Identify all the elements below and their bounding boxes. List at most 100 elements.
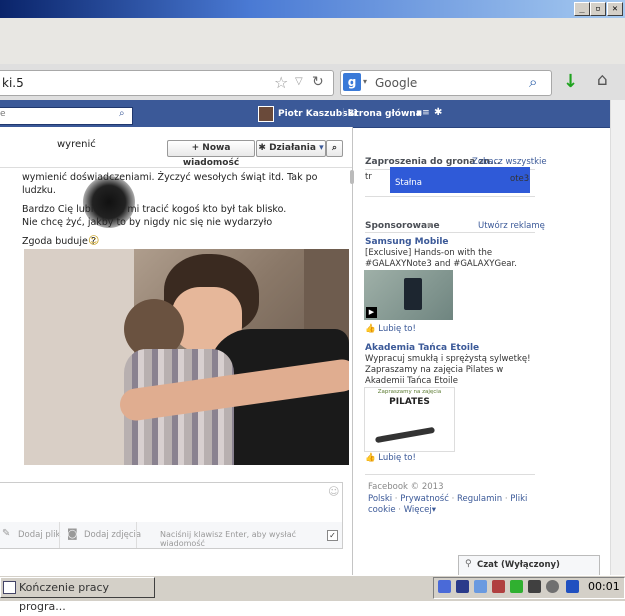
footer-link-privacy[interactable]: Prywatność (400, 494, 449, 504)
home-icon[interactable]: ⌂ (597, 70, 608, 90)
facebook-search-input[interactable]: e ⌕ (0, 107, 133, 125)
message-line: Nie chcę żyć, jakby to by nigdy nic się … (22, 217, 273, 228)
security-check-icon[interactable] (510, 580, 523, 593)
url-text: ki.5 (2, 76, 24, 90)
search-text-fragment: e (0, 109, 6, 119)
message-line: Zgoda buduje ? (22, 236, 96, 247)
like-label: Lubię to! (378, 453, 416, 463)
bookmark-star-icon[interactable]: ☆ (274, 73, 288, 92)
actions-button[interactable]: ✱ Działania ▾ (256, 140, 326, 157)
photo-background-left (24, 249, 134, 465)
window-titlebar (0, 0, 625, 18)
conversation-recipient: wyrenić (57, 139, 96, 150)
friend-requests-icon[interactable]: ▪≡ (416, 108, 430, 118)
maximize-button[interactable]: ▫ (590, 2, 606, 16)
taskbar-item[interactable]: Kończenie pracy progra... (0, 577, 155, 613)
network-icon[interactable] (438, 580, 451, 593)
sponsored-info-icon: ▪ (427, 220, 433, 229)
attach-file-button[interactable]: Dodaj plik (18, 530, 60, 540)
display-icon[interactable] (528, 580, 541, 593)
search-icon[interactable]: ⌕ (529, 73, 537, 91)
divider (59, 522, 60, 548)
chat-person-icon: ⚲ (465, 559, 472, 569)
ad-image-heading: Zapraszamy na zajęcia (377, 389, 442, 395)
conversation-scrollbar-thumb[interactable] (350, 170, 354, 184)
search-bar[interactable]: g ▾ Google ⌕ (340, 70, 552, 96)
actions-label: Działania (269, 143, 316, 153)
minimize-button[interactable]: _ (574, 2, 590, 16)
avatar[interactable] (258, 106, 274, 122)
like-button[interactable]: 👍 Lubię to! (365, 324, 416, 334)
divider (365, 232, 535, 233)
divider (136, 522, 137, 548)
settings-gear-icon[interactable]: ✱ (434, 107, 442, 118)
history-dropdown-icon[interactable]: ▽ (295, 76, 303, 87)
redaction-blur (83, 176, 135, 228)
close-button[interactable]: ✕ (607, 2, 623, 16)
emoticon-picker-icon[interactable]: ☺ (328, 485, 339, 498)
enter-to-send-hint: Naciśnij klawisz Enter, aby wysłać wiado… (160, 530, 297, 548)
ad-text: Wypracuj smukłą i sprężystą sylwetkę! Za… (365, 354, 531, 386)
smiley-emoticon-icon: ☺ (88, 234, 100, 247)
ad-title[interactable]: Samsung Mobile (365, 237, 449, 247)
phone-image (404, 278, 422, 310)
composer-toolbar: ✎ Dodaj plik ◙ Dodaj zdjęcia Naciśnij kl… (0, 522, 343, 549)
footer-links: Polski · Prywatność · Regulamin · Pliki … (368, 494, 528, 515)
camera-icon[interactable]: ◙ (67, 527, 78, 540)
search-icon: ⌕ (331, 143, 338, 153)
message-line: ludzku. (22, 185, 56, 196)
search-placeholder: Google (375, 76, 418, 90)
thumbs-up-icon: 👍 (365, 324, 376, 334)
mouse-icon[interactable] (456, 580, 469, 593)
like-label: Lubię to! (378, 324, 416, 334)
friend-request-text: ote3 (510, 174, 530, 184)
chevron-down-icon: ▾ (319, 143, 324, 153)
play-icon[interactable]: ▶ (366, 307, 377, 318)
create-ad-link[interactable]: Utwórz reklamę (478, 221, 545, 231)
ad-title[interactable]: Akademia Tańca Etoile (365, 343, 479, 353)
chat-sidebar-toggle[interactable]: ⚲ Czat (Wyłączony) (458, 555, 600, 575)
page-scrollbar[interactable] (610, 100, 625, 575)
search-tray-icon[interactable] (474, 580, 487, 593)
message-line: wymienić doświadczeniami. Życzyć wesołyc… (22, 172, 318, 183)
ad-text: [Exclusive] Hands-on with the #GALAXYNot… (365, 248, 517, 269)
taskbar-item-label: Kończenie pracy progra... (19, 581, 110, 613)
ad-image-samsung[interactable]: ▶ (364, 270, 453, 320)
url-bar[interactable]: ki.5 ☆ ▽ ↻ (0, 70, 334, 96)
download-icon[interactable]: ↓ (563, 71, 578, 92)
message-line: Bardzo Cię lubię, i żal mi tracić kogoś … (22, 204, 287, 215)
footer-link-more[interactable]: Więcej (404, 505, 432, 515)
window-app-icon (3, 581, 16, 594)
new-message-button[interactable]: + Nowa wiadomość (167, 140, 255, 168)
gear-icon: ✱ (258, 143, 266, 153)
divider: | (342, 108, 346, 118)
updates-icon[interactable] (566, 580, 579, 593)
google-engine-icon[interactable]: g (343, 73, 361, 91)
attach-photo-button[interactable]: Dodaj zdjęcia (84, 530, 141, 540)
ad-image-title: PILATES (389, 397, 430, 407)
antivirus-icon[interactable] (492, 580, 505, 593)
footer-link-language[interactable]: Polski (368, 494, 392, 504)
attached-photo[interactable] (24, 249, 349, 465)
footer-copyright: Facebook © 2013 (368, 482, 444, 492)
paperclip-icon[interactable]: ✎ (2, 528, 10, 539)
engine-dropdown-icon[interactable]: ▾ (363, 77, 367, 86)
tab-strip (0, 18, 625, 64)
divider (365, 474, 535, 475)
chat-status-label: Czat (Wyłączony) (477, 560, 560, 570)
footer-link-terms[interactable]: Regulamin (457, 494, 502, 504)
enter-to-send-checkbox[interactable]: ✓ (327, 530, 338, 541)
like-button[interactable]: 👍 Lubię to! (365, 453, 416, 463)
volume-icon[interactable] (546, 580, 559, 593)
see-all-link[interactable]: Zobacz wszystkie (472, 157, 547, 167)
chevron-down-icon: ▾ (431, 505, 437, 515)
reload-icon[interactable]: ↻ (312, 74, 324, 90)
ad-image-pilates[interactable]: Zapraszamy na zajęcia PILATES (364, 387, 455, 452)
divider (365, 196, 535, 197)
home-link[interactable]: Strona główna (348, 109, 422, 119)
search-conversation-button[interactable]: ⌕ (326, 140, 343, 157)
clock: 00:01 (588, 580, 620, 593)
search-icon[interactable]: ⌕ (119, 108, 125, 119)
friend-request-text: Stałna (395, 178, 422, 188)
message-composer-input[interactable]: ☺ (0, 482, 343, 524)
